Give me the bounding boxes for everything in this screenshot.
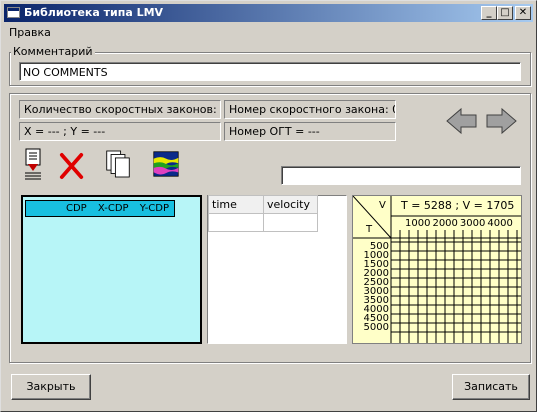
table-cell[interactable] <box>263 213 318 232</box>
cdp-header: CDP X-CDP Y-CDP <box>25 200 175 217</box>
window-title: Библиотека типа LMV <box>24 6 164 19</box>
cdp-list[interactable]: CDP X-CDP Y-CDP <box>21 195 202 344</box>
t-tick-label: 5000 <box>363 322 389 333</box>
app-icon <box>7 7 20 18</box>
xy-label: X = --- ; Y = --- <box>19 122 221 141</box>
status-field[interactable] <box>281 166 521 185</box>
copy-icon[interactable] <box>105 147 131 181</box>
cdp-col: CDP <box>66 203 87 214</box>
t-axis-ticks: 500 1000 1500 2000 2500 3000 3500 4000 4500 5000 <box>353 242 389 333</box>
arrow-right-icon[interactable] <box>485 107 517 135</box>
laws-count-label: Количество скоростных законов: 0 <box>19 100 221 119</box>
v-axis-ticks: 1000 2000 3000 4000 <box>405 218 515 229</box>
import-icon[interactable] <box>21 147 47 181</box>
minimize-button[interactable]: _ <box>481 6 497 20</box>
delete-icon[interactable] <box>59 149 85 183</box>
chart-readout: T = 5288 ; V = 1705 <box>401 199 515 212</box>
v-tick-label: 2000 <box>432 218 458 229</box>
layers-icon[interactable] <box>153 147 179 181</box>
arrow-left-icon[interactable] <box>446 107 478 135</box>
table-cell[interactable] <box>208 213 264 232</box>
main-window: Библиотека типа LMV _ □ ✕ Правка Коммент… <box>0 0 537 412</box>
title-bar: Библиотека типа LMV _ □ ✕ <box>4 4 533 22</box>
v-tick-label: 3000 <box>459 218 486 229</box>
velocity-table[interactable]: time velocity <box>208 195 318 232</box>
ycdp-col: Y-CDP <box>139 203 170 214</box>
xcdp-col: X-CDP <box>97 203 129 214</box>
velocity-chart[interactable]: V T T = 5288 ; V = 1705 1000 2000 3000 4000… <box>352 195 522 344</box>
menu-bar: Правка <box>9 26 51 39</box>
comment-legend: Комментарий <box>11 45 95 58</box>
maximize-button[interactable]: □ <box>497 6 513 20</box>
corner-v-label: V <box>379 200 386 211</box>
corner-t-label: T <box>366 224 373 235</box>
col-time-header[interactable]: time <box>208 195 264 214</box>
save-button[interactable]: Записать <box>452 374 530 400</box>
ogt-number-label: Номер ОГТ = --- <box>224 122 396 141</box>
v-tick-label: 1000 <box>405 218 431 229</box>
comment-field[interactable]: NO COMMENTS <box>19 62 521 81</box>
v-tick-label: 4000 <box>487 218 513 229</box>
law-number-label: Номер скоростного закона: 0 <box>224 100 396 119</box>
close-window-button[interactable]: ✕ <box>515 6 531 20</box>
col-velocity-header[interactable]: velocity <box>263 195 318 214</box>
close-button[interactable]: Закрыть <box>11 374 91 400</box>
menu-edit[interactable]: Правка <box>9 26 51 39</box>
